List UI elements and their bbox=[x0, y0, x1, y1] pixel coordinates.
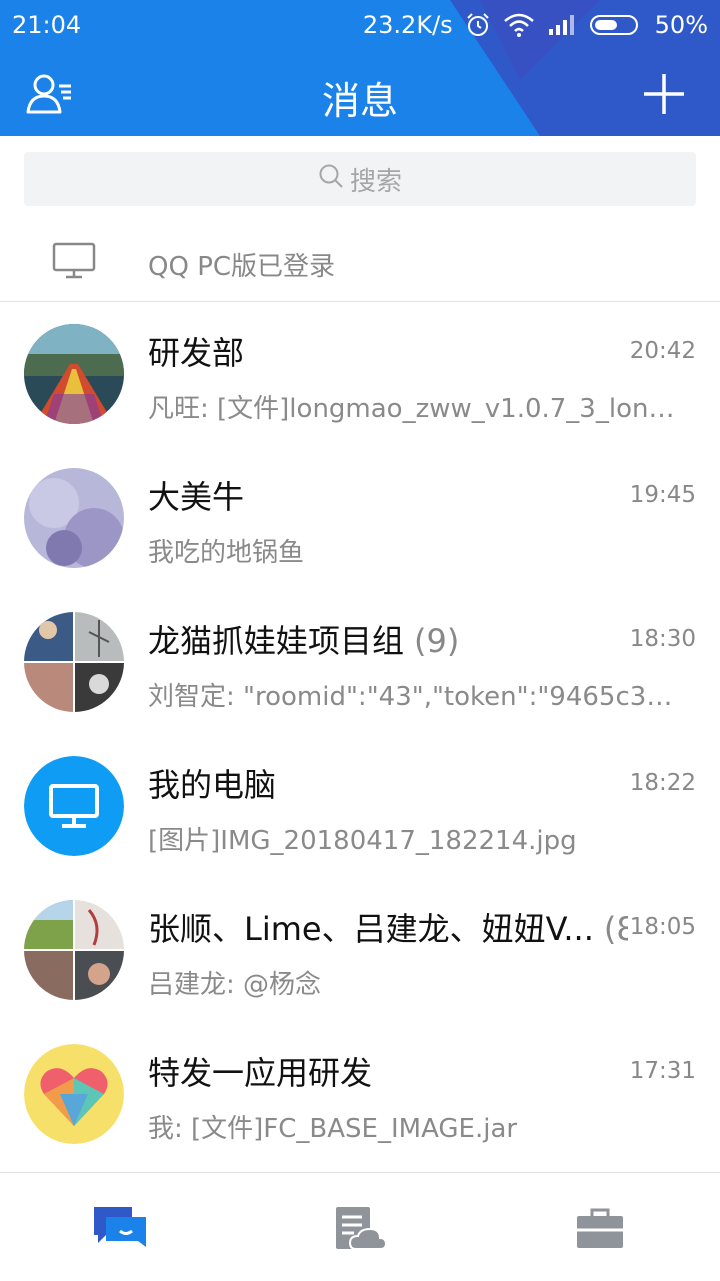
search-icon bbox=[318, 163, 344, 196]
pc-login-row[interactable]: QQ PC版已登录 bbox=[0, 222, 720, 302]
status-time: 21:04 bbox=[12, 11, 82, 39]
conversation-name: 龙猫抓娃娃项目组 (9) bbox=[148, 622, 460, 660]
status-bar: 21:04 23.2K/s 50% bbox=[0, 0, 720, 50]
bottom-tab-bar bbox=[0, 1172, 720, 1281]
pc-login-label: QQ PC版已登录 bbox=[148, 252, 336, 282]
contacts-cloud-tab-icon[interactable] bbox=[330, 1203, 390, 1253]
network-speed: 23.2K/s bbox=[362, 11, 453, 39]
status-right: 23.2K/s 50% bbox=[363, 11, 708, 39]
conversation-row[interactable]: 我的电脑 18:22 [图片]IMG_20180417_182214.jpg bbox=[0, 734, 720, 878]
conversation-row[interactable]: 特发一应用研发 17:31 我: [文件]FC_BASE_IMAGE.jar bbox=[0, 1022, 720, 1166]
avatar bbox=[24, 612, 124, 712]
conversation-preview: 吕建龙: @杨念 bbox=[148, 970, 322, 1000]
conversation-row[interactable]: 龙猫抓娃娃项目组 (9) 18:30 刘智定: "roomid":"43","to… bbox=[0, 590, 720, 734]
conversation-list: 研发部 20:42 凡旺: [文件]longmao_zww_v1.0.7_3_l… bbox=[0, 302, 720, 1166]
conversation-time: 17:31 bbox=[629, 1058, 696, 1084]
conversation-name: 研发部 bbox=[148, 334, 245, 372]
wifi-icon bbox=[503, 13, 535, 37]
title-bar: 消息 bbox=[0, 50, 720, 136]
avatar bbox=[24, 900, 124, 1000]
search-box[interactable]: 搜索 bbox=[24, 152, 696, 206]
search-placeholder: 搜索 bbox=[349, 166, 402, 197]
conversation-time: 18:22 bbox=[629, 770, 696, 796]
conversation-time: 18:30 bbox=[629, 626, 696, 652]
avatar bbox=[24, 1044, 124, 1144]
conversation-time: 19:45 bbox=[629, 482, 696, 508]
conversation-name: 我的电脑 bbox=[148, 766, 277, 804]
plus-icon[interactable] bbox=[634, 64, 694, 124]
conversation-preview: [图片]IMG_20180417_182214.jpg bbox=[148, 826, 577, 856]
conversation-preview: 我: [文件]FC_BASE_IMAGE.jar bbox=[148, 1114, 518, 1144]
battery-icon bbox=[589, 13, 643, 37]
avatar bbox=[24, 468, 124, 568]
messages-tab-icon[interactable] bbox=[90, 1203, 150, 1253]
conversation-preview: 刘智定: "roomid":"43","token":"9465c3edf...… bbox=[148, 682, 678, 712]
signal-icon bbox=[547, 13, 577, 37]
conversation-row[interactable]: 研发部 20:42 凡旺: [文件]longmao_zww_v1.0.7_3_l… bbox=[0, 302, 720, 446]
conversation-name: 张顺、Lime、吕建龙、妞妞V...(8) bbox=[148, 910, 628, 948]
battery-percent: 50% bbox=[654, 11, 708, 39]
conversation-time: 18:05 bbox=[629, 914, 696, 940]
conversation-row[interactable]: 张顺、Lime、吕建龙、妞妞V...(8) 18:05 吕建龙: @杨念 bbox=[0, 878, 720, 1022]
conversation-preview: 凡旺: [文件]longmao_zww_v1.0.7_3_longmao_rel… bbox=[148, 394, 678, 424]
my-computer-avatar bbox=[24, 756, 124, 856]
avatar bbox=[24, 324, 124, 424]
top-header: 21:04 23.2K/s 50% 消息 bbox=[0, 0, 720, 136]
conversation-row[interactable]: 大美牛 19:45 我吃的地锅鱼 bbox=[0, 446, 720, 590]
alarm-icon bbox=[465, 12, 491, 38]
toolbox-tab-icon[interactable] bbox=[570, 1203, 630, 1253]
monitor-icon bbox=[52, 242, 96, 284]
conversation-name: 大美牛 bbox=[148, 478, 245, 516]
conversation-time: 20:42 bbox=[629, 338, 696, 364]
page-title: 消息 bbox=[321, 79, 398, 123]
conversation-name: 特发一应用研发 bbox=[148, 1054, 373, 1092]
conversation-preview: 我吃的地锅鱼 bbox=[148, 538, 305, 568]
